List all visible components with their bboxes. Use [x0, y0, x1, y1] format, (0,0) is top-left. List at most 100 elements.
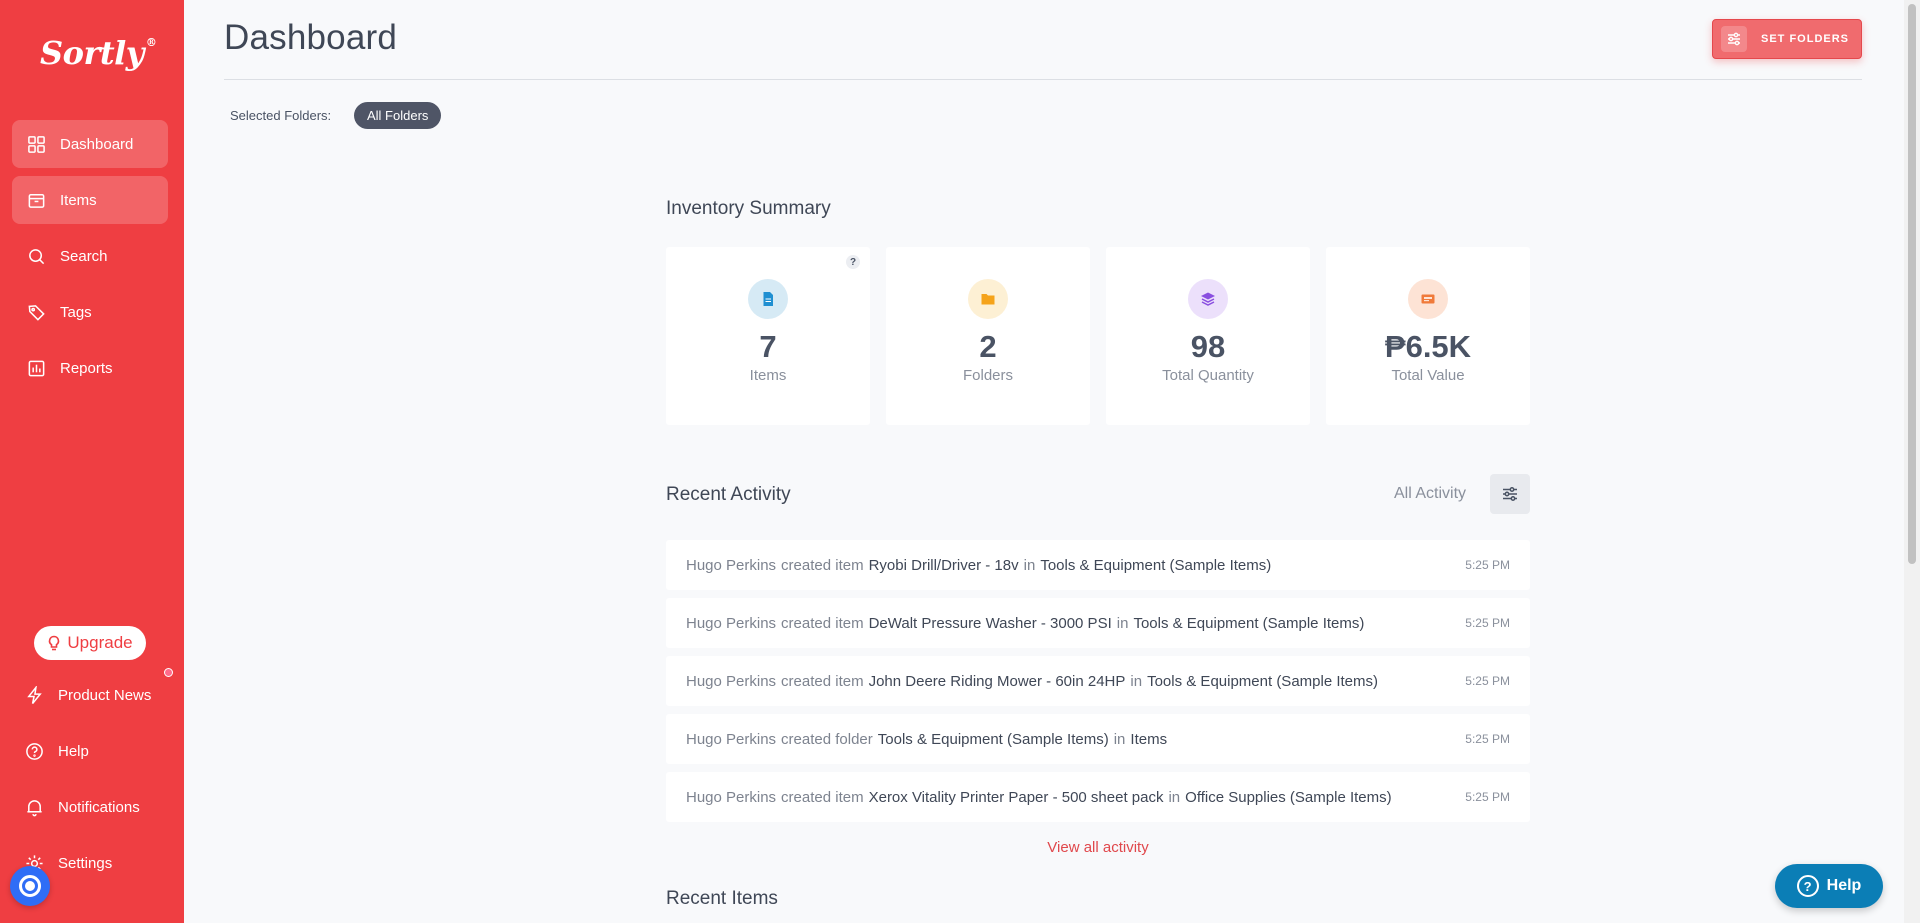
bell-icon — [24, 797, 44, 817]
activity-row[interactable]: Hugo Perkins created item John Deere Rid… — [666, 656, 1530, 706]
total-quantity-label: Total Quantity — [1162, 367, 1254, 384]
activity-location: Tools & Equipment (Sample Items) — [1040, 556, 1272, 574]
summary-card-items: ? 7 Items — [666, 247, 870, 425]
activity-time: 5:25 PM — [1465, 790, 1510, 804]
total-value-label: Total Value — [1391, 367, 1465, 384]
folder-icon — [968, 279, 1008, 319]
selected-folders-label: Selected Folders: — [230, 108, 332, 123]
help-circle-icon: ? — [1796, 875, 1819, 897]
help-tooltip-icon[interactable]: ? — [846, 255, 860, 269]
recent-activity-title: Recent Activity — [666, 484, 791, 505]
sidebar-item-label: Tags — [60, 303, 92, 321]
new-badge — [164, 668, 173, 677]
sidebar-item-label: Dashboard — [60, 135, 134, 153]
grid-icon — [26, 134, 46, 154]
activity-time: 5:25 PM — [1465, 616, 1510, 630]
activity-user: Hugo Perkins — [686, 730, 777, 748]
sidebar-item-dashboard[interactable]: Dashboard — [12, 120, 168, 168]
total-quantity-value: 98 — [1190, 329, 1226, 364]
money-icon — [1408, 279, 1448, 319]
sliders-icon — [1503, 487, 1517, 501]
activity-location: Office Supplies (Sample Items) — [1185, 788, 1392, 806]
activity-user: Hugo Perkins — [686, 672, 777, 690]
sidebar-item-help[interactable]: Help — [24, 741, 89, 761]
sliders-icon — [1721, 26, 1747, 52]
activity-time: 5:25 PM — [1465, 558, 1510, 572]
page-scrollbar[interactable] — [1904, 0, 1920, 923]
activity-action: created folder — [781, 730, 873, 748]
activity-location: Tools & Equipment (Sample Items) — [1133, 614, 1365, 632]
activity-action: created item — [781, 614, 864, 632]
bar-chart-icon — [26, 358, 46, 378]
activity-preposition: in — [1023, 556, 1036, 574]
sidebar-item-label: Notifications — [58, 798, 140, 816]
activity-row[interactable]: Hugo Perkins created item Xerox Vitality… — [666, 772, 1530, 822]
box-icon — [26, 190, 46, 210]
upgrade-label: Upgrade — [67, 633, 133, 652]
registered-mark: ® — [145, 36, 157, 50]
activity-user: Hugo Perkins — [686, 556, 777, 574]
summary-card-total-value: ₱6.5K Total Value — [1326, 247, 1530, 425]
logo-text: Sortly — [40, 34, 144, 72]
activity-time: 5:25 PM — [1465, 674, 1510, 688]
record-icon — [19, 875, 41, 897]
search-icon — [26, 246, 46, 266]
items-label: Items — [749, 367, 787, 384]
sidebar-item-label: Help — [58, 742, 89, 760]
help-circle-icon — [24, 741, 44, 761]
activity-row[interactable]: Hugo Perkins created item Ryobi Drill/Dr… — [666, 540, 1530, 590]
sidebar: Sortly ® Dashboard Items Search Tags Repo… — [0, 0, 184, 923]
header-divider — [224, 79, 1862, 80]
activity-location: Tools & Equipment (Sample Items) — [1147, 672, 1379, 690]
activity-user: Hugo Perkins — [686, 614, 777, 632]
activity-preposition: in — [1113, 730, 1126, 748]
layers-icon — [1188, 279, 1228, 319]
assistant-launcher-button[interactable] — [10, 866, 50, 906]
sidebar-item-search[interactable]: Search — [12, 232, 168, 280]
activity-target: Ryobi Drill/Driver - 18v — [868, 556, 1019, 574]
view-all-activity-link[interactable]: View all activity — [666, 839, 1530, 856]
tag-icon — [26, 302, 46, 322]
sidebar-item-label: Product News — [58, 686, 152, 704]
sidebar-item-label: Search — [60, 247, 108, 265]
lightbulb-icon — [47, 635, 61, 651]
activity-filter-button[interactable] — [1490, 474, 1530, 514]
activity-target: John Deere Riding Mower - 60in 24HP — [868, 672, 1126, 690]
activity-target: Xerox Vitality Printer Paper - 500 sheet… — [868, 788, 1164, 806]
sidebar-item-label: Items — [60, 191, 97, 209]
inventory-summary-title: Inventory Summary — [666, 198, 831, 219]
activity-preposition: in — [1116, 614, 1129, 632]
sidebar-item-items[interactable]: Items — [12, 176, 168, 224]
activity-preposition: in — [1168, 788, 1181, 806]
sidebar-item-notifications[interactable]: Notifications — [24, 797, 140, 817]
summary-card-total-quantity: 98 Total Quantity — [1106, 247, 1310, 425]
activity-row[interactable]: Hugo Perkins created folder Tools & Equi… — [666, 714, 1530, 764]
help-widget-label: Help — [1826, 877, 1862, 894]
folder-chip-all-folders[interactable]: All Folders — [354, 102, 442, 129]
activity-action: created item — [781, 788, 864, 806]
sidebar-item-product-news[interactable]: Product News — [24, 685, 151, 705]
items-count: 7 — [759, 329, 777, 364]
activity-action: created item — [781, 556, 864, 574]
total-value-amount: ₱6.5K — [1384, 329, 1472, 364]
document-icon — [748, 279, 788, 319]
activity-time: 5:25 PM — [1465, 732, 1510, 746]
sidebar-item-label: Settings — [58, 854, 113, 872]
activity-location: Items — [1130, 730, 1168, 748]
sortly-logo[interactable]: Sortly ® — [40, 34, 157, 72]
recent-items-title: Recent Items — [666, 888, 778, 909]
sidebar-item-tags[interactable]: Tags — [12, 288, 168, 336]
upgrade-button[interactable]: Upgrade — [34, 626, 146, 660]
activity-row[interactable]: Hugo Perkins created item DeWalt Pressur… — [666, 598, 1530, 648]
activity-filter-label[interactable]: All Activity — [1394, 485, 1466, 503]
set-folders-label: SET FOLDERS — [1761, 33, 1850, 45]
activity-preposition: in — [1130, 672, 1143, 690]
lightning-icon — [24, 685, 44, 705]
activity-target: Tools & Equipment (Sample Items) — [877, 730, 1109, 748]
help-widget-button[interactable]: ? Help — [1775, 864, 1883, 908]
page-title: Dashboard — [224, 18, 398, 57]
scrollbar-thumb[interactable] — [1908, 4, 1916, 564]
sidebar-item-reports[interactable]: Reports — [12, 344, 168, 392]
set-folders-button[interactable]: SET FOLDERS — [1712, 19, 1862, 59]
activity-user: Hugo Perkins — [686, 788, 777, 806]
